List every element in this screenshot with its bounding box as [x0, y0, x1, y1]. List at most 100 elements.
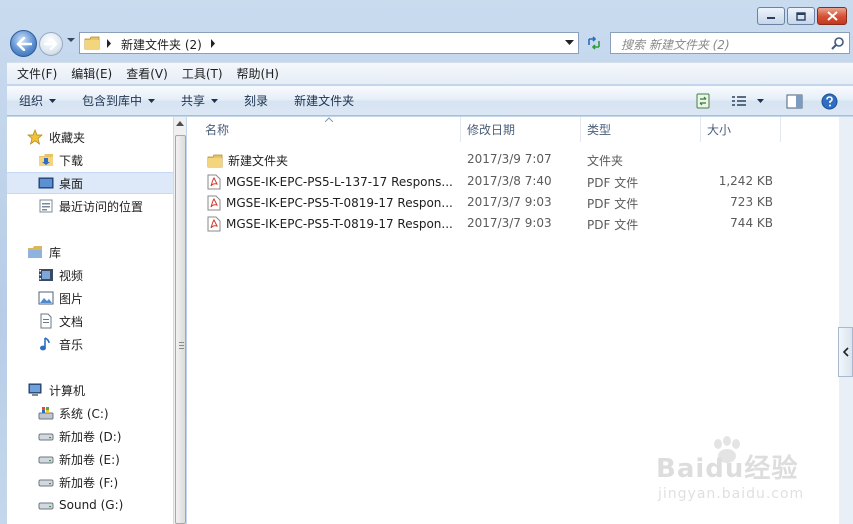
include-in-library-label: 包含到库中	[82, 94, 143, 108]
file-row[interactable]: MGSE-IK-EPC-PS5-T-0819-17 Respon... 2017…	[187, 192, 839, 213]
nav-videos[interactable]: 视频	[7, 264, 173, 286]
file-modified: 2017/3/7 9:03	[467, 216, 552, 230]
nav-recent-places-label: 最近访问的位置	[59, 199, 144, 214]
column-type-label: 类型	[587, 123, 612, 137]
nav-drive-e[interactable]: 新加卷 (E:)	[7, 448, 173, 470]
share-label: 共享	[181, 94, 206, 108]
scrollbar-thumb[interactable]	[175, 135, 186, 524]
pdf-icon	[207, 174, 221, 190]
forward-button[interactable]	[39, 32, 63, 56]
close-button[interactable]	[817, 7, 847, 25]
nav-documents-label: 文档	[59, 314, 84, 329]
nav-pictures[interactable]: 图片	[7, 287, 173, 309]
nav-downloads[interactable]: 下载	[7, 149, 173, 171]
burn-button[interactable]: 刻录	[244, 92, 268, 109]
show-pane-toggle[interactable]	[838, 327, 853, 377]
nav-videos-label: 视频	[59, 268, 84, 283]
menu-tools[interactable]: 工具(T)	[182, 65, 223, 82]
file-size: 723 KB	[730, 195, 773, 209]
nav-music-label: 音乐	[59, 337, 84, 352]
forward-arrow-icon	[44, 38, 58, 50]
drive-icon	[38, 502, 54, 510]
file-size: 744 KB	[730, 216, 773, 230]
drive-icon	[38, 456, 54, 464]
refresh-button[interactable]	[583, 33, 605, 53]
drive-icon	[38, 479, 54, 487]
system-drive-icon	[38, 407, 54, 420]
details-pane-edge	[839, 117, 853, 524]
search-icon[interactable]	[831, 36, 845, 50]
column-header-size[interactable]: 大小	[701, 117, 781, 142]
nav-drive-g[interactable]: Sound (G:)	[7, 494, 173, 516]
nav-drive-c[interactable]: 系统 (C:)	[7, 402, 173, 424]
organize-button[interactable]: 组织	[19, 92, 57, 109]
maximize-button[interactable]	[787, 7, 815, 25]
file-type: PDF 文件	[587, 197, 639, 211]
file-row[interactable]: MGSE-IK-EPC-PS5-T-0819-17 Respon... 2017…	[187, 213, 839, 234]
file-name: MGSE-IK-EPC-PS5-T-0819-17 Respon...	[226, 217, 453, 231]
folder-icon	[84, 36, 100, 50]
nav-desktop-label: 桌面	[59, 176, 84, 191]
include-in-library-button[interactable]: 包含到库中	[82, 92, 156, 109]
nav-libraries-label: 库	[49, 245, 62, 260]
nav-pictures-label: 图片	[59, 291, 84, 306]
share-button[interactable]: 共享	[181, 92, 219, 109]
chevron-down-icon	[757, 99, 764, 103]
minimize-button[interactable]	[757, 7, 785, 25]
breadcrumb-chevron-icon[interactable]	[210, 39, 216, 48]
grip-icon	[179, 342, 184, 351]
computer-icon	[28, 383, 42, 396]
history-dropdown-icon[interactable]	[66, 37, 76, 43]
nav-desktop[interactable]: 桌面	[7, 172, 173, 194]
downloads-folder-icon	[39, 154, 53, 166]
nav-libraries[interactable]: 库	[7, 241, 173, 263]
address-bar[interactable]: 新建文件夹 (2)	[79, 32, 579, 54]
pdf-icon	[207, 195, 221, 211]
address-dropdown-icon[interactable]	[565, 40, 574, 46]
new-folder-label: 新建文件夹	[294, 94, 355, 108]
file-modified: 2017/3/9 7:07	[467, 152, 552, 166]
preview-pane-button[interactable]	[786, 91, 803, 111]
chevron-down-icon	[211, 98, 219, 103]
nav-documents[interactable]: 文档	[7, 310, 173, 332]
nav-favorites[interactable]: 收藏夹	[7, 126, 173, 148]
breadcrumb-chevron-icon[interactable]	[106, 39, 112, 48]
refresh-icon	[588, 36, 600, 50]
document-icon	[40, 313, 52, 329]
desktop-icon	[38, 177, 54, 189]
address-path: 新建文件夹 (2)	[121, 38, 202, 52]
menu-view[interactable]: 查看(V)	[126, 65, 168, 82]
navigation-scrollbar[interactable]	[173, 117, 186, 524]
nav-recent-places[interactable]: 最近访问的位置	[7, 195, 173, 217]
column-header-type[interactable]: 类型	[581, 117, 701, 142]
file-size: 1,242 KB	[718, 174, 773, 188]
view-list-icon	[732, 96, 746, 106]
column-name-label: 名称	[205, 123, 230, 137]
picture-icon	[38, 291, 54, 305]
file-row[interactable]: 新建文件夹 2017/3/9 7:07 文件夹	[187, 149, 839, 170]
view-options-button[interactable]	[731, 91, 764, 111]
sync-button[interactable]	[696, 91, 710, 111]
nav-music[interactable]: 音乐	[7, 333, 173, 355]
new-folder-button[interactable]: 新建文件夹	[294, 92, 354, 109]
file-type: PDF 文件	[587, 218, 639, 232]
menu-edit[interactable]: 编辑(E)	[71, 65, 112, 82]
scroll-up-icon[interactable]	[176, 121, 184, 126]
maximize-icon	[796, 11, 806, 21]
nav-drive-f[interactable]: 新加卷 (F:)	[7, 471, 173, 493]
window-controls	[757, 7, 847, 25]
help-button[interactable]	[821, 91, 838, 111]
folder-icon	[207, 154, 223, 167]
nav-computer-label: 计算机	[49, 383, 86, 398]
music-icon	[40, 337, 50, 351]
nav-drive-d[interactable]: 新加卷 (D:)	[7, 425, 173, 447]
file-row[interactable]: MGSE-IK-EPC-PS5-L-137-17 Respons... 2017…	[187, 171, 839, 192]
nav-computer[interactable]: 计算机	[7, 379, 173, 401]
column-header-name[interactable]: 名称	[199, 117, 461, 142]
column-size-label: 大小	[707, 123, 732, 137]
back-button[interactable]	[10, 30, 37, 57]
menu-file[interactable]: 文件(F)	[17, 65, 57, 82]
search-input[interactable]: 搜索 新建文件夹 (2)	[610, 32, 850, 54]
column-header-modified[interactable]: 修改日期	[461, 117, 581, 142]
menu-help[interactable]: 帮助(H)	[237, 65, 279, 82]
